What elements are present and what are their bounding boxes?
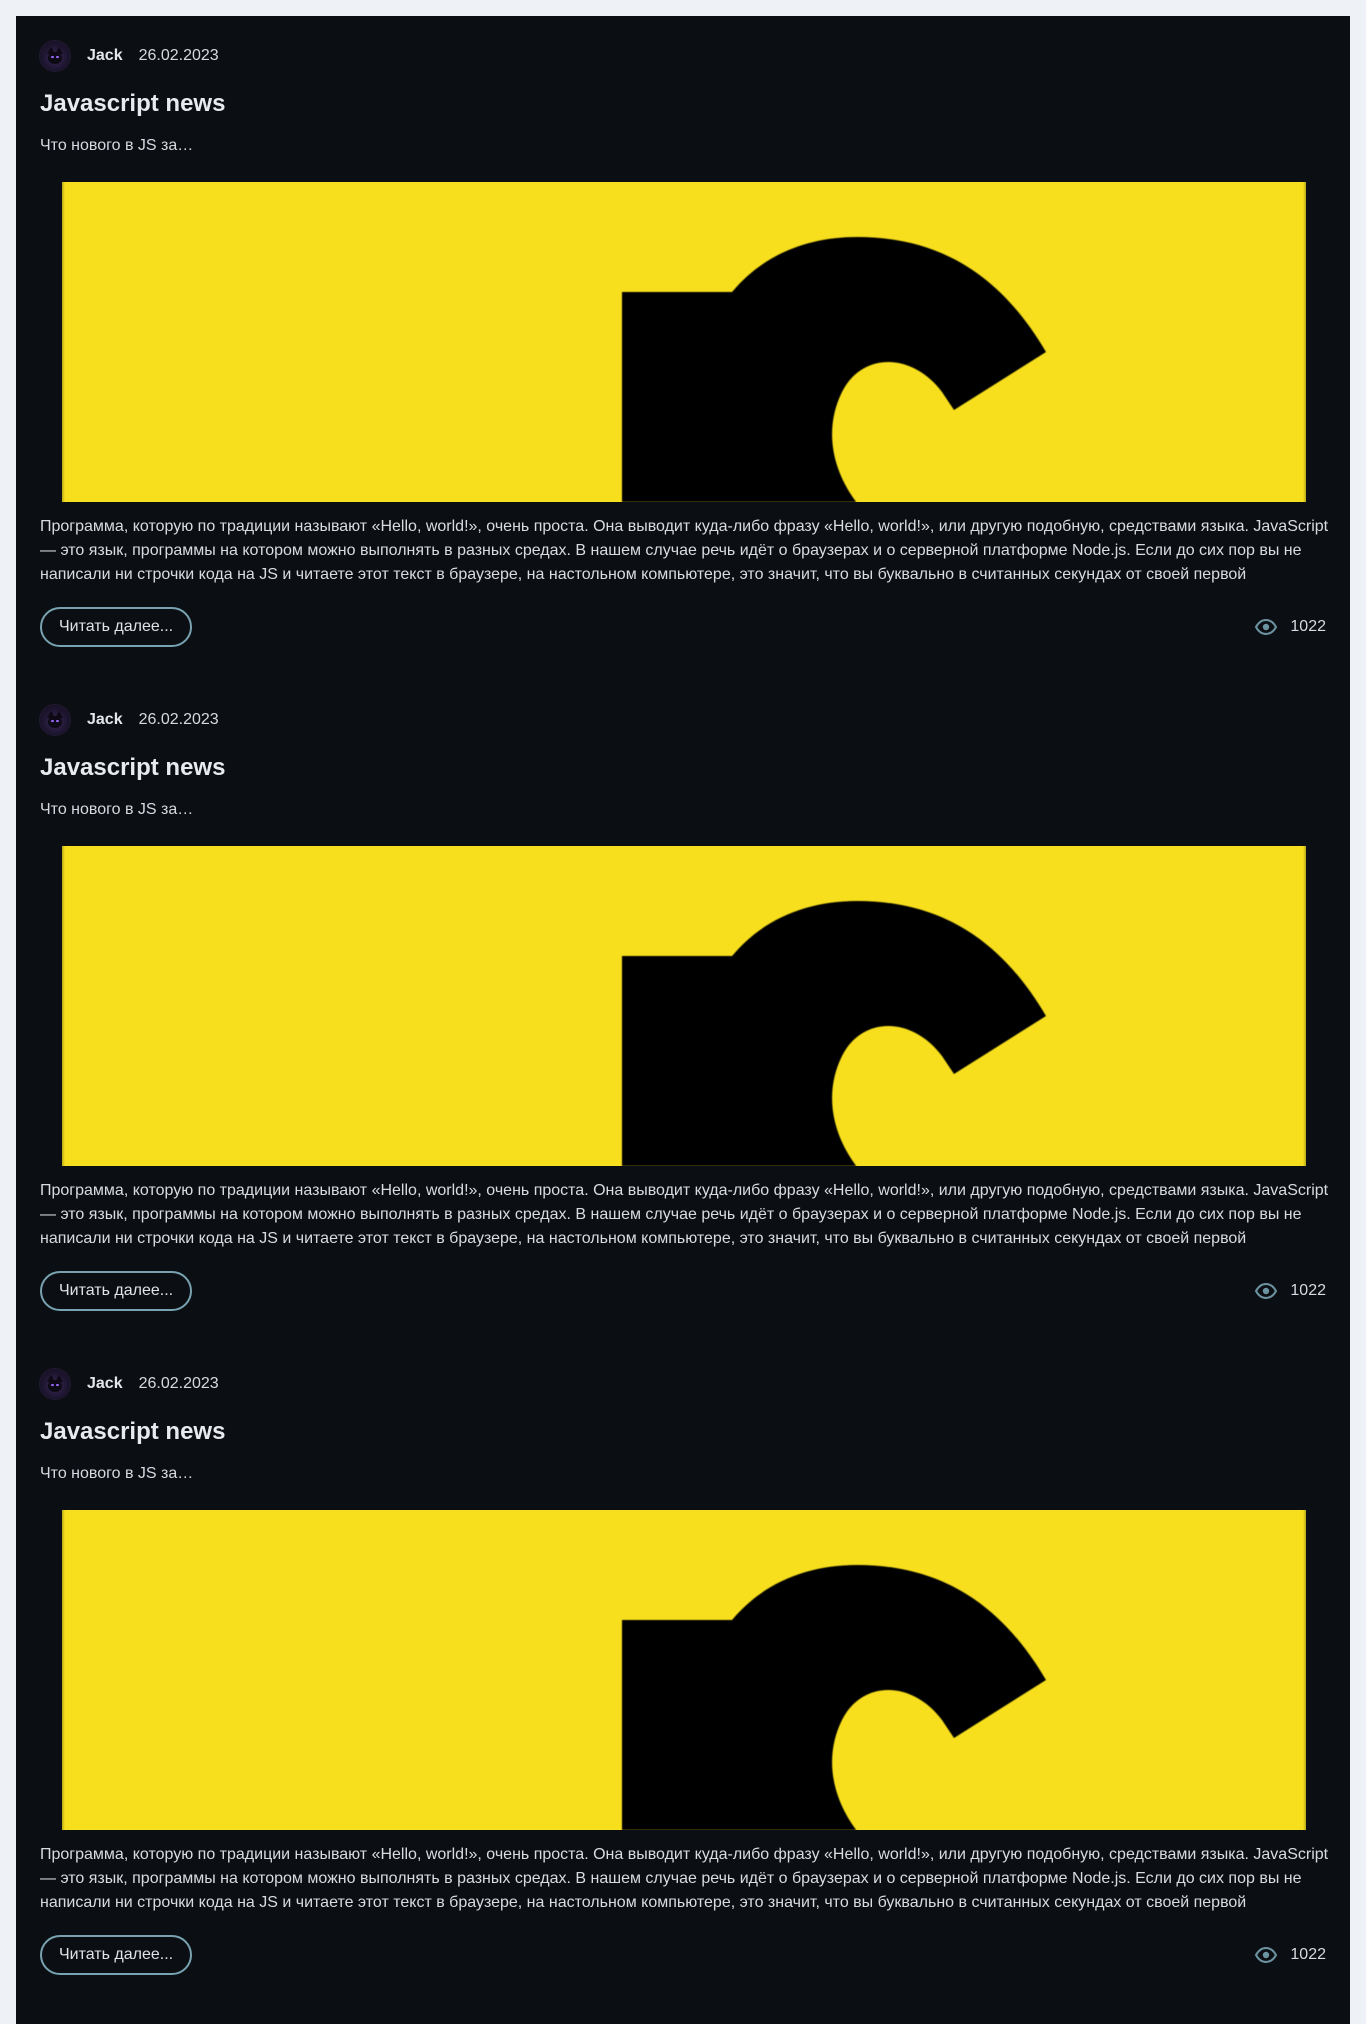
post-banner-image [62,1510,1306,1830]
post-title: Javascript news [40,754,226,781]
view-counter: 1022 [1254,615,1326,639]
post-excerpt: Программа, которую по традиции называют … [40,518,1329,583]
post-card: Jack 26.02.2023 Javascript news Что ново… [16,16,1350,680]
post-meta: Jack 26.02.2023 [40,704,219,736]
post-date: 26.02.2023 [138,711,219,728]
author-name[interactable]: Jack [87,47,123,65]
post-meta: Jack 26.02.2023 [40,1368,219,1400]
author-name[interactable]: Jack [87,1375,123,1393]
post-banner-image [62,182,1306,502]
eye-icon [1255,1946,1278,1964]
post-date: 26.02.2023 [138,1375,219,1392]
post-meta: Jack 26.02.2023 [40,40,219,72]
post-excerpt: Программа, которую по традиции называют … [40,1846,1329,1911]
eye-icon [1255,1282,1278,1300]
post-card: Jack 26.02.2023 Javascript news Что ново… [16,1344,1350,2008]
post-card: Jack 26.02.2023 Javascript news Что ново… [16,680,1350,1344]
post-title: Javascript news [40,90,226,117]
post-subtitle: Что нового в JS за… [40,801,194,818]
avatar[interactable] [40,41,70,71]
javascript-logo-icon [622,901,1046,1166]
view-counter: 1022 [1254,1943,1326,1967]
avatar[interactable] [40,705,70,735]
javascript-logo-icon [622,1565,1046,1830]
read-more-button[interactable]: Читать далее... [40,607,193,647]
view-count: 1022 [1290,1282,1326,1299]
post-subtitle: Что нового в JS за… [40,1465,194,1482]
post-date: 26.02.2023 [138,47,219,64]
author-name[interactable]: Jack [87,711,123,729]
read-more-button[interactable]: Читать далее... [40,1935,193,1975]
post-subtitle: Что нового в JS за… [40,137,194,154]
post-banner-image [62,846,1306,1166]
post-excerpt: Программа, которую по традиции называют … [40,1182,1329,1247]
view-counter: 1022 [1254,1279,1326,1303]
eye-icon [1255,618,1278,636]
avatar[interactable] [40,1369,70,1399]
post-title: Javascript news [40,1418,226,1445]
post-feed: Jack 26.02.2023 Javascript news Что ново… [16,16,1350,2024]
view-count: 1022 [1290,618,1326,635]
read-more-button[interactable]: Читать далее... [40,1271,193,1311]
javascript-logo-icon [622,237,1046,502]
view-count: 1022 [1290,1946,1326,1963]
